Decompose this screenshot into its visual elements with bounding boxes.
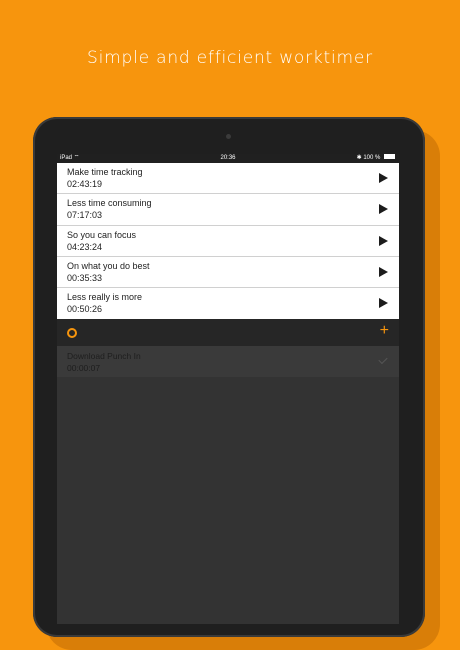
task-name: Make time tracking [67, 167, 143, 177]
ring-icon[interactable] [67, 328, 77, 339]
app-screen: iPad ⌔ 20:36 ✱ 100 % Make time tracking … [57, 154, 399, 624]
task-name: Less time consuming [67, 198, 152, 209]
play-icon[interactable] [379, 173, 388, 183]
task-time: 02:43:19 [67, 179, 103, 189]
add-task-button[interactable]: + [380, 322, 389, 340]
task-row[interactable]: On what you do best 00:35:33 [57, 257, 399, 289]
play-icon[interactable] [379, 266, 388, 277]
toolbar: + [57, 319, 399, 347]
task-name: So you can focus [67, 229, 137, 240]
task-time: 00:35:33 [67, 272, 103, 283]
task-name: On what you do best [67, 260, 150, 271]
tablet-frame: iPad ⌔ 20:36 ✱ 100 % Make time tracking … [33, 117, 425, 637]
task-row[interactable]: Less really is more 00:50:26 [57, 288, 399, 319]
task-row[interactable]: Less time consuming 07:17:03 [57, 194, 399, 226]
play-icon[interactable] [379, 235, 388, 246]
completed-task-row[interactable]: Download Punch In 00:00:07 [57, 346, 399, 378]
task-name: Less really is more [67, 292, 143, 303]
completed-task-time: 00:00:07 [67, 363, 101, 374]
headline: Simple and efficient worktimer [87, 48, 373, 68]
status-bar: iPad ⌔ 20:36 ✱ 100 % [57, 154, 399, 163]
completed-task-name: Download Punch In [67, 351, 141, 362]
task-list: Make time tracking 02:43:19 Less time co… [57, 163, 399, 320]
task-time: 07:17:03 [67, 210, 103, 221]
battery-percent: 100 % [363, 155, 381, 161]
status-time: 20:36 [220, 155, 236, 161]
task-time: 04:23:24 [67, 241, 103, 252]
play-icon[interactable] [379, 204, 388, 215]
play-icon[interactable] [379, 298, 388, 309]
status-right: ✱ 100 % [357, 154, 395, 163]
task-time: 00:50:26 [67, 304, 103, 315]
check-icon[interactable] [378, 355, 388, 365]
task-row[interactable]: Make time tracking 02:43:19 [57, 163, 399, 195]
camera-icon [226, 134, 231, 139]
task-row[interactable]: So you can focus 04:23:24 [57, 226, 399, 257]
bluetooth-icon: ✱ [356, 155, 362, 161]
battery-icon [384, 154, 395, 160]
